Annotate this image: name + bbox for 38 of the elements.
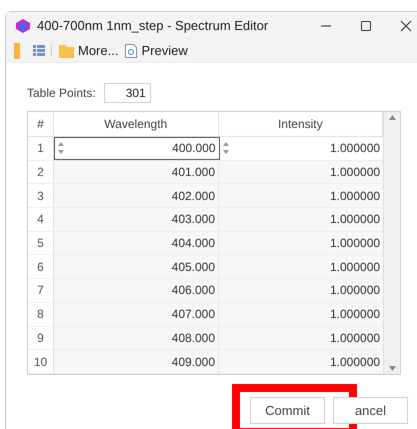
table-cell[interactable]: 1.000000 [219,184,384,208]
table-cell[interactable]: 1.000000 [219,302,384,326]
table-cell[interactable]: 1.000000 [219,326,384,350]
window-title: 400-700nm 1nm_step - Spectrum Editor [37,16,268,35]
spinner-icon [222,141,229,156]
column-header[interactable]: # [28,112,54,136]
app-logo-icon [15,18,31,34]
spinner-icon [58,141,64,156]
folder-icon [59,44,74,58]
dialog-button[interactable]: ancel [333,396,408,424]
maximize-icon[interactable] [360,20,372,32]
scroll-up-icon[interactable] [388,115,396,120]
table-points-field[interactable]: 301 [104,83,151,103]
table-cell[interactable]: 400.000 [54,137,220,160]
table-cell[interactable]: 1.000000 [219,350,384,373]
preview-icon [125,44,138,58]
column-header[interactable]: Wavelength [54,112,219,136]
preview-button[interactable]: Preview [125,40,188,60]
table-cell[interactable]: 1.000000 [219,160,384,184]
table-cell[interactable]: 1.000000 [219,255,384,278]
table-cell[interactable]: 403.000 [54,208,220,231]
table-cell[interactable]: 404.000 [54,232,220,254]
table-cell[interactable]: 408.000 [54,326,220,350]
scroll-down-icon[interactable] [388,366,396,371]
table-cell[interactable]: 406.000 [54,279,220,302]
table-cell[interactable]: 1.000000 [219,279,384,302]
table-cell[interactable]: 402.000 [54,184,220,208]
table-cell[interactable]: 409.000 [54,350,220,373]
table-cell[interactable]: 401.000 [54,160,220,184]
table-cell[interactable]: 1.000000 [219,232,384,254]
table-cell[interactable]: 407.000 [54,302,220,326]
table-cell[interactable]: 1.000000 [219,208,384,231]
more-button[interactable]: More... [59,40,118,60]
dialog-button[interactable]: Commit [250,396,325,424]
table-points-label: Table Points: [27,85,96,102]
grid-icon[interactable] [33,45,45,56]
close-icon[interactable] [400,20,412,32]
table-cell[interactable]: 405.000 [54,255,220,278]
